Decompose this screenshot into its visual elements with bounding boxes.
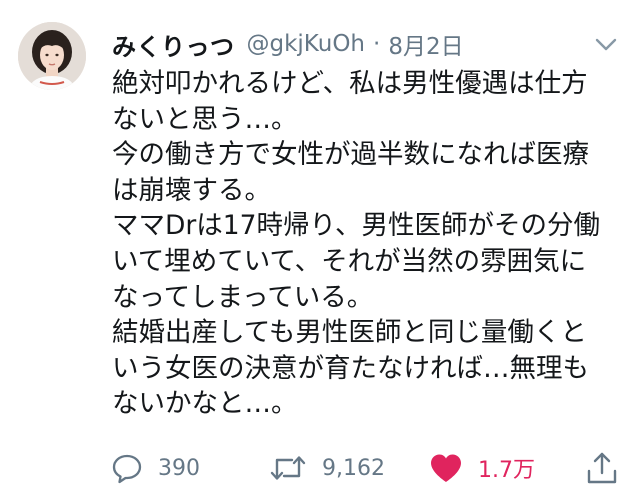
tweet-text-line: なってしまっている。 — [112, 281, 374, 313]
tweet-text-line: は崩壊する。 — [112, 174, 271, 206]
tweet-text: 絶対叩かれるけど、私は男性優遇は仕方 ないと思う…。 今の働き方で女性が過半数に… — [112, 66, 624, 422]
tweet-text-line: 絶対叩かれるけど、私は男性優遇は仕方 — [112, 68, 588, 99]
tweet-card: みくりっつ @gkjKuOh · 8月2日 絶対叩かれるけど、私は男性優遇は仕方… — [0, 0, 640, 501]
like-count: 1.7万 — [478, 458, 535, 483]
avatar[interactable] — [18, 22, 86, 90]
speech-bubble-icon — [110, 451, 144, 485]
tweet-text-line: ママDrは17時帰り、男性医師がその分働 — [112, 210, 600, 242]
chevron-down-icon[interactable] — [592, 30, 620, 58]
tweet-text-line: ないと思う…。 — [112, 103, 298, 135]
tweet-text-line: いう女医の決意が育たなければ…無理も — [112, 352, 589, 384]
tweet-text-line: いて埋めていて、それが当然の雰囲気に — [112, 245, 587, 277]
retweet-button[interactable]: 9,162 — [268, 446, 385, 490]
avatar-image — [18, 22, 86, 90]
tweet-text-line: ないかなと…。 — [112, 388, 298, 420]
retweet-count: 9,162 — [322, 455, 385, 481]
tweet-header: みくりっつ @gkjKuOh · 8月2日 — [112, 24, 464, 64]
separator-dot: · — [373, 31, 381, 57]
heart-icon — [428, 451, 464, 485]
share-upload-icon — [584, 450, 620, 486]
reply-button[interactable]: 390 — [110, 446, 200, 490]
tweet-date[interactable]: 8月2日 — [388, 27, 463, 61]
like-button[interactable]: 1.7万 — [428, 446, 535, 490]
tweet-text-line: 今の働き方で女性が過半数になれば医療 — [112, 139, 589, 171]
reply-count: 390 — [158, 455, 200, 481]
action-bar: 390 9,162 1.7万 — [0, 446, 640, 490]
display-name[interactable]: みくりっつ — [112, 27, 235, 62]
retweet-arrows-icon — [268, 451, 308, 485]
tweet-text-line: 結婚出産しても男性医師と同じ量働くと — [112, 317, 587, 349]
share-button[interactable] — [584, 446, 620, 490]
user-handle[interactable]: @gkjKuOh — [247, 31, 366, 57]
